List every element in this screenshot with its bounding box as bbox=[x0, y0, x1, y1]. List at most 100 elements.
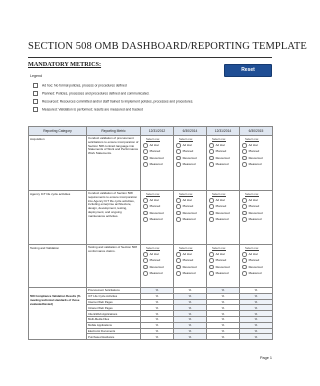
status-radio-option[interactable]: Ad Hoc bbox=[209, 252, 238, 257]
percent-input[interactable]: % bbox=[140, 333, 174, 341]
radio-icon[interactable] bbox=[209, 198, 214, 203]
radio-icon[interactable] bbox=[242, 258, 247, 263]
status-radio-option[interactable]: Measured bbox=[242, 217, 271, 222]
radio-icon[interactable] bbox=[242, 217, 247, 222]
radio-icon[interactable] bbox=[242, 155, 247, 161]
radio-icon[interactable] bbox=[176, 204, 181, 209]
status-radio-option[interactable]: Measured bbox=[176, 271, 205, 276]
radio-icon[interactable] bbox=[242, 252, 247, 257]
radio-icon[interactable] bbox=[176, 198, 181, 203]
radio-icon[interactable] bbox=[143, 264, 148, 270]
status-radio-option[interactable]: Resourced bbox=[209, 155, 238, 161]
status-radio-option[interactable]: Resourced bbox=[143, 210, 172, 216]
status-radio-option[interactable]: Resourced bbox=[242, 264, 271, 270]
radio-icon[interactable] bbox=[143, 143, 148, 148]
radio-icon[interactable] bbox=[143, 252, 148, 257]
radio-icon[interactable] bbox=[242, 162, 247, 167]
status-radio-option[interactable]: Ad Hoc bbox=[143, 198, 172, 203]
radio-icon[interactable] bbox=[143, 155, 148, 161]
status-radio-option[interactable]: Ad Hoc bbox=[143, 252, 172, 257]
radio-icon[interactable] bbox=[242, 198, 247, 203]
status-radio-option[interactable]: Resourced bbox=[176, 264, 205, 270]
status-radio-option[interactable]: Resourced bbox=[176, 155, 205, 161]
radio-icon[interactable] bbox=[143, 162, 148, 167]
reset-button[interactable]: Reset bbox=[224, 64, 272, 77]
radio-icon[interactable] bbox=[176, 217, 181, 222]
radio-icon[interactable] bbox=[209, 258, 214, 263]
status-radio-option[interactable]: Planned bbox=[176, 258, 205, 263]
status-radio-option[interactable]: Planned bbox=[209, 258, 238, 263]
status-radio-option[interactable]: Measured bbox=[176, 162, 205, 167]
status-radio-option[interactable]: Measured bbox=[176, 217, 205, 222]
radio-icon[interactable] bbox=[176, 155, 181, 161]
radio-icon[interactable] bbox=[209, 210, 214, 216]
status-radio-option[interactable]: Measured bbox=[209, 162, 238, 167]
status-radio-option[interactable]: Resourced bbox=[143, 155, 172, 161]
radio-icon[interactable] bbox=[209, 264, 214, 270]
radio-icon[interactable] bbox=[176, 252, 181, 257]
status-radio-option[interactable]: Planned bbox=[242, 258, 271, 263]
status-radio-option[interactable]: Ad Hoc bbox=[242, 252, 271, 257]
status-radio-option[interactable]: Measured bbox=[242, 162, 271, 167]
radio-icon[interactable] bbox=[143, 149, 148, 154]
status-radio-option[interactable]: Ad Hoc bbox=[176, 252, 205, 257]
status-radio-option[interactable]: Planned bbox=[242, 204, 271, 209]
status-radio-option[interactable]: Resourced bbox=[143, 264, 172, 270]
status-radio-option[interactable]: Ad Hoc bbox=[176, 143, 205, 148]
radio-icon[interactable] bbox=[143, 210, 148, 216]
radio-icon[interactable] bbox=[176, 271, 181, 276]
radio-icon[interactable] bbox=[176, 162, 181, 167]
status-radio-option[interactable]: Planned bbox=[209, 149, 238, 154]
radio-icon[interactable] bbox=[209, 204, 214, 209]
radio-icon[interactable] bbox=[176, 258, 181, 263]
status-radio-option[interactable]: Resourced bbox=[242, 155, 271, 161]
radio-icon[interactable] bbox=[242, 264, 247, 270]
radio-icon[interactable] bbox=[143, 204, 148, 209]
status-radio-option[interactable]: Measured bbox=[143, 271, 172, 276]
status-radio-option[interactable]: Ad Hoc bbox=[242, 198, 271, 203]
status-radio-option[interactable]: Measured bbox=[209, 271, 238, 276]
radio-icon[interactable] bbox=[242, 271, 247, 276]
radio-icon[interactable] bbox=[242, 149, 247, 154]
status-radio-option[interactable]: Planned bbox=[176, 204, 205, 209]
radio-icon[interactable] bbox=[209, 149, 214, 154]
status-radio-option[interactable]: Ad Hoc bbox=[242, 143, 271, 148]
radio-icon[interactable] bbox=[143, 258, 148, 263]
status-radio-option[interactable]: Planned bbox=[176, 149, 205, 154]
radio-icon[interactable] bbox=[176, 143, 181, 148]
status-radio-option[interactable]: Measured bbox=[143, 217, 172, 222]
radio-icon[interactable] bbox=[209, 155, 214, 161]
radio-icon[interactable] bbox=[209, 162, 214, 167]
radio-icon[interactable] bbox=[209, 217, 214, 222]
radio-icon[interactable] bbox=[143, 198, 148, 203]
status-radio-option[interactable]: Resourced bbox=[176, 210, 205, 216]
radio-icon[interactable] bbox=[176, 264, 181, 270]
status-radio-option[interactable]: Planned bbox=[242, 149, 271, 154]
status-radio-option[interactable]: Resourced bbox=[209, 264, 238, 270]
radio-icon[interactable] bbox=[209, 143, 214, 148]
status-radio-option[interactable]: Measured bbox=[209, 217, 238, 222]
percent-input[interactable]: % bbox=[239, 333, 273, 341]
radio-icon[interactable] bbox=[209, 271, 214, 276]
radio-icon[interactable] bbox=[242, 204, 247, 209]
radio-icon[interactable] bbox=[143, 271, 148, 276]
status-radio-option[interactable]: Planned bbox=[143, 258, 172, 263]
status-radio-option[interactable]: Resourced bbox=[242, 210, 271, 216]
status-radio-option[interactable]: Planned bbox=[209, 204, 238, 209]
radio-icon[interactable] bbox=[242, 210, 247, 216]
status-radio-option[interactable]: Resourced bbox=[209, 210, 238, 216]
percent-input[interactable]: % bbox=[206, 333, 240, 341]
radio-icon[interactable] bbox=[143, 217, 148, 222]
status-radio-option[interactable]: Ad Hoc bbox=[143, 143, 172, 148]
radio-icon[interactable] bbox=[209, 252, 214, 257]
radio-icon[interactable] bbox=[176, 149, 181, 154]
status-radio-option[interactable]: Ad Hoc bbox=[209, 198, 238, 203]
status-radio-option[interactable]: Measured bbox=[143, 162, 172, 167]
percent-input[interactable]: % bbox=[173, 333, 207, 341]
status-radio-option[interactable]: Measured bbox=[242, 271, 271, 276]
status-radio-option[interactable]: Ad Hoc bbox=[176, 198, 205, 203]
status-radio-option[interactable]: Planned bbox=[143, 204, 172, 209]
radio-icon[interactable] bbox=[176, 210, 181, 216]
status-radio-option[interactable]: Ad Hoc bbox=[209, 143, 238, 148]
status-radio-option[interactable]: Planned bbox=[143, 149, 172, 154]
